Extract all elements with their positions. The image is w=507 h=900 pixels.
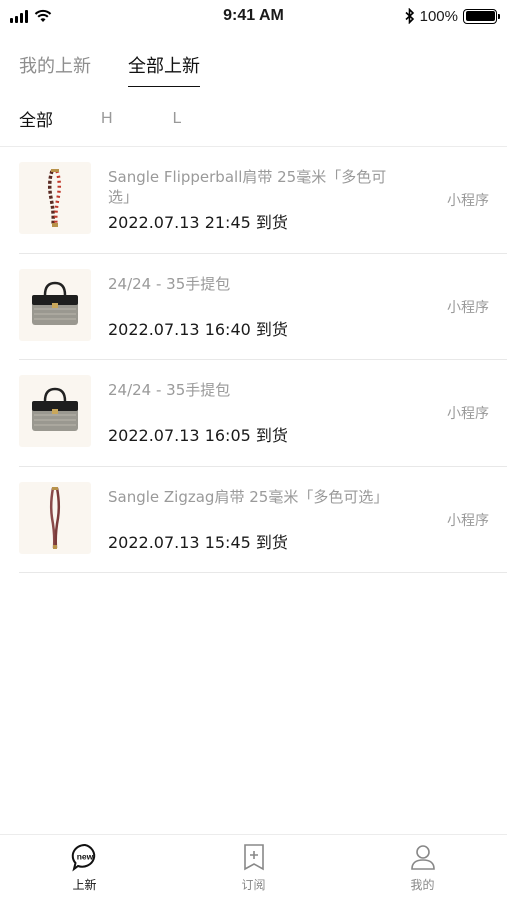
brand-filters: 全部 H L	[19, 106, 182, 132]
item-title: Sangle Zigzag肩带 25毫米「多色可选」	[108, 487, 389, 506]
new-bubble-icon: new	[70, 842, 100, 872]
item-source: 小程序	[447, 406, 489, 422]
status-bar: 9:41 AM 100%	[0, 0, 507, 32]
item-source: 小程序	[447, 193, 489, 209]
item-title: Sangle Flipperball肩带 25毫米「多色可选」	[108, 168, 387, 206]
nav-label: 我的	[410, 878, 435, 892]
list-item[interactable]: 24/24 - 35手提包 2022.07.13 16:05 到货 小程序	[19, 360, 507, 467]
product-thumbnail	[19, 268, 91, 341]
tab-all-new[interactable]: 全部上新	[128, 52, 200, 87]
top-tabs: 我的上新 全部上新	[19, 52, 200, 87]
filter-h[interactable]: H	[101, 110, 113, 128]
handbag-icon	[32, 387, 78, 431]
nav-mine[interactable]: 我的	[338, 835, 507, 900]
nav-new[interactable]: new 上新	[0, 835, 169, 900]
battery-icon	[463, 8, 500, 24]
item-arrival-time: 2022.07.13 15:45 到货	[108, 532, 288, 552]
handbag-icon	[32, 281, 78, 325]
nav-label: 订阅	[241, 878, 266, 892]
svg-text:new: new	[76, 852, 93, 862]
nav-subscribe[interactable]: 订阅	[169, 835, 338, 900]
item-arrival-time: 2022.07.13 21:45 到货	[108, 213, 288, 232]
product-thumbnail	[19, 481, 91, 554]
nav-label: 上新	[72, 878, 97, 892]
list-item[interactable]: Sangle Flipperball肩带 25毫米「多色可选」 2022.07.…	[19, 147, 507, 254]
strap-icon	[49, 486, 61, 549]
item-arrival-time: 2022.07.13 16:40 到货	[108, 319, 288, 339]
person-icon	[408, 842, 438, 872]
product-thumbnail	[19, 375, 91, 447]
status-time: 9:41 AM	[223, 7, 284, 24]
bottom-nav: new 上新 订阅 我的	[0, 834, 507, 900]
item-title: 24/24 - 35手提包	[108, 381, 231, 399]
filter-all[interactable]: 全部	[19, 106, 53, 131]
filter-l[interactable]: L	[173, 110, 182, 128]
product-thumbnail	[19, 162, 91, 234]
bookmark-plus-icon	[239, 842, 269, 872]
strap-icon	[47, 169, 62, 227]
arrival-list: Sangle Flipperball肩带 25毫米「多色可选」 2022.07.…	[19, 147, 507, 573]
item-source: 小程序	[447, 512, 489, 529]
item-source: 小程序	[447, 299, 489, 316]
item-title: 24/24 - 35手提包	[108, 274, 231, 293]
list-item[interactable]: Sangle Zigzag肩带 25毫米「多色可选」 2022.07.13 15…	[19, 467, 507, 573]
list-item[interactable]: 24/24 - 35手提包 2022.07.13 16:40 到货 小程序	[19, 254, 507, 360]
tab-my-new[interactable]: 我的上新	[19, 52, 91, 87]
item-arrival-time: 2022.07.13 16:05 到货	[108, 426, 288, 445]
